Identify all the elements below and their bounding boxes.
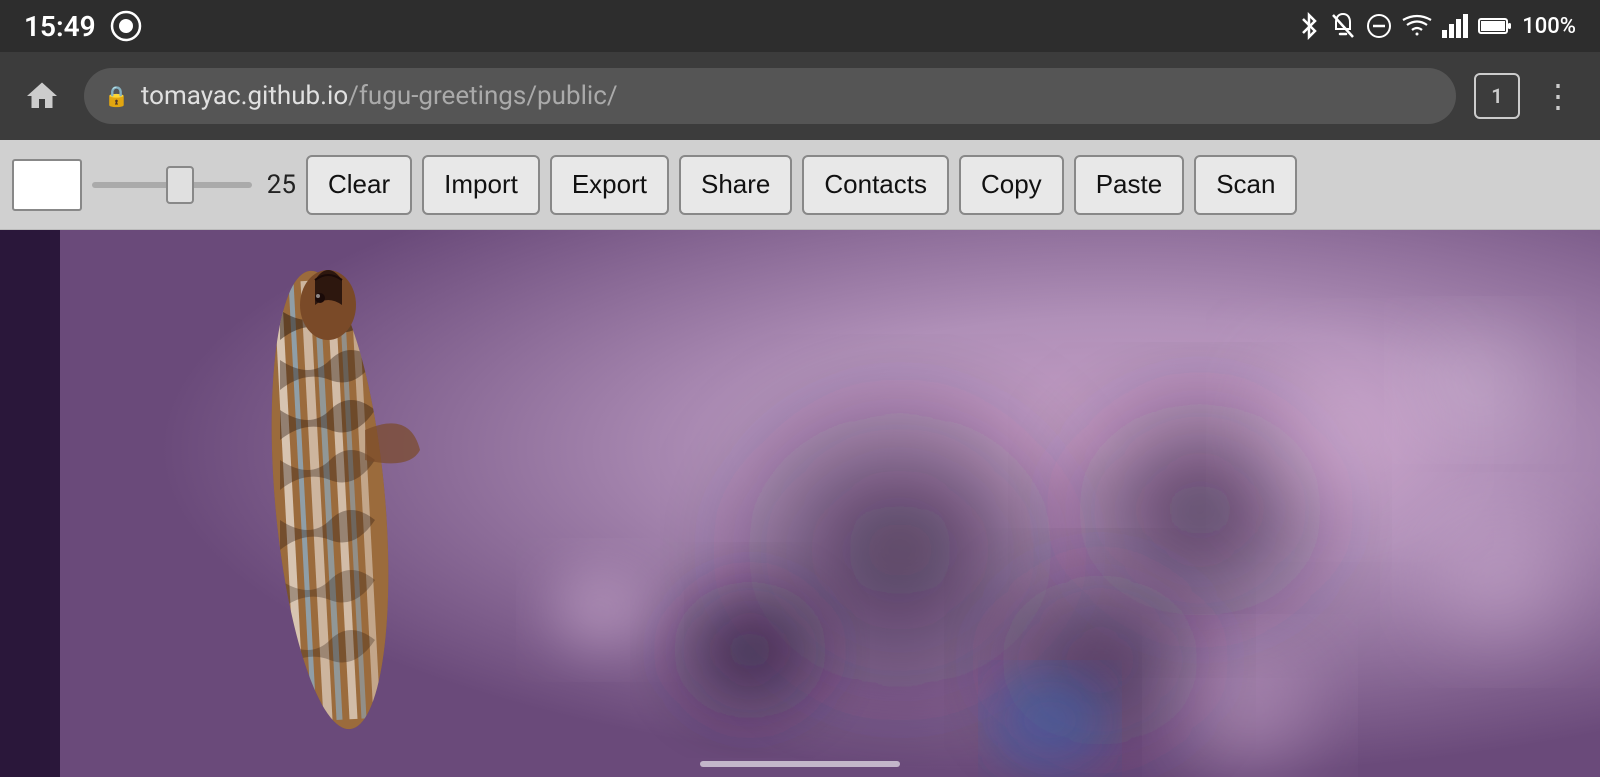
browser-menu-button[interactable]: ⋮ [1534, 73, 1582, 119]
export-button[interactable]: Export [550, 155, 669, 215]
muted-icon [1330, 12, 1356, 40]
url-domain: tomayac.github.io [141, 81, 348, 111]
tab-count-button[interactable]: 1 [1474, 73, 1520, 119]
status-bar-left: 15:49 [24, 10, 142, 43]
background-image [0, 230, 1600, 777]
battery-percentage: 100% [1522, 14, 1576, 39]
content-area [0, 230, 1600, 777]
url-bar[interactable]: 🔒 tomayac.github.io/fugu-greetings/publi… [84, 68, 1456, 124]
browser-actions: 1 ⋮ [1474, 73, 1582, 119]
clear-button[interactable]: Clear [306, 155, 412, 215]
home-indicator [700, 761, 900, 767]
brush-size-slider-container: 25 [92, 170, 296, 200]
home-icon [24, 78, 60, 114]
wifi-icon [1402, 14, 1432, 38]
share-button[interactable]: Share [679, 155, 792, 215]
url-path: /fugu-greetings/public/ [348, 81, 617, 111]
slider-value: 25 [260, 170, 296, 200]
slider-thumb[interactable] [166, 166, 194, 204]
copy-button[interactable]: Copy [959, 155, 1064, 215]
slider-track[interactable] [92, 182, 252, 188]
dnd-icon [1366, 13, 1392, 39]
battery-icon [1478, 16, 1512, 36]
status-time: 15:49 [24, 10, 96, 43]
color-swatch[interactable] [12, 159, 82, 211]
paste-button[interactable]: Paste [1074, 155, 1185, 215]
signal-icon [1442, 14, 1468, 38]
status-app-icon [110, 10, 142, 42]
toolbar: 25 Clear Import Export Share Contacts Co… [0, 140, 1600, 230]
status-bar-right: 100% [1298, 12, 1576, 40]
tab-count: 1 [1491, 84, 1502, 108]
lock-icon: 🔒 [104, 84, 129, 108]
url-display: tomayac.github.io/fugu-greetings/public/ [141, 81, 618, 111]
bluetooth-icon [1298, 12, 1320, 40]
browser-bar: 🔒 tomayac.github.io/fugu-greetings/publi… [0, 52, 1600, 140]
import-button[interactable]: Import [422, 155, 540, 215]
status-bar: 15:49 [0, 0, 1600, 52]
home-button[interactable] [18, 72, 66, 120]
contacts-button[interactable]: Contacts [802, 155, 949, 215]
scan-button[interactable]: Scan [1194, 155, 1297, 215]
